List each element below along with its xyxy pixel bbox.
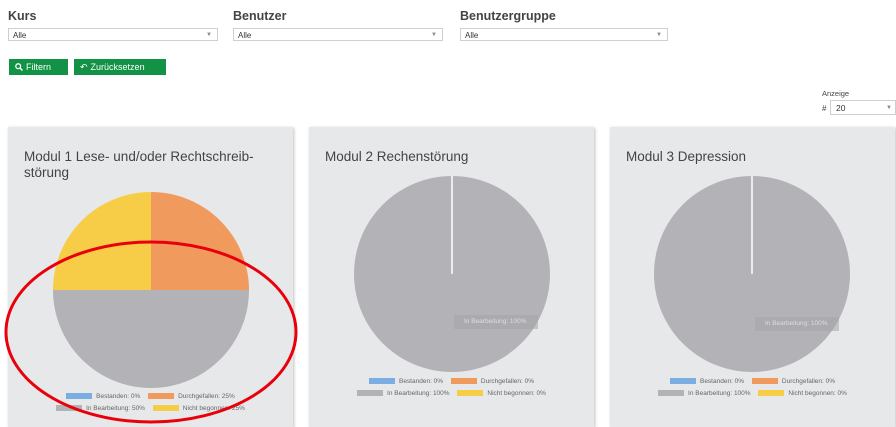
benutzer-select-value: Alle: [238, 31, 252, 40]
legend-item-in-bearbeitung[interactable]: In Bearbeitung: 100%: [357, 390, 450, 397]
chart-tooltip: In Bearbeitung: 100%: [755, 317, 839, 331]
card-title: Modul 2 Rechenstörung: [325, 149, 469, 164]
legend-item-nicht-begonnen[interactable]: Nicht begonnen: 0%: [758, 390, 847, 397]
legend-item-durchgefallen[interactable]: Durchgefallen: 25%: [148, 393, 235, 400]
pie-chart: [654, 176, 850, 372]
reset-button[interactable]: ↶ Zurücksetzen: [74, 59, 166, 75]
benutzer-select[interactable]: Alle ▼: [233, 28, 443, 41]
anzeige-hash: #: [822, 104, 827, 113]
legend-row-1: Bestanden: 0% Durchgefallen: 0%: [309, 378, 594, 385]
pie-chart: [53, 192, 249, 388]
legend-row-2: In Bearbeitung: 100% Nicht begonnen: 0%: [610, 390, 895, 397]
module-card-1: Modul 1 Lese- und/oder Rechtschreib-stör…: [8, 127, 293, 427]
benutzer-label: Benutzer: [233, 9, 287, 23]
legend-item-bestanden[interactable]: Bestanden: 0%: [368, 378, 443, 385]
kurs-select[interactable]: Alle ▼: [8, 28, 218, 41]
module-card-2: Modul 2 Rechenstörung In Bearbeitung: 10…: [309, 127, 594, 427]
kurs-label: Kurs: [8, 9, 37, 23]
search-icon: [15, 59, 23, 75]
chevron-down-icon: ▼: [656, 32, 662, 38]
pie-slice-in-bearbeitung[interactable]: [53, 290, 249, 388]
legend-row-1: Bestanden: 0% Durchgefallen: 25%: [8, 393, 293, 400]
legend-item-in-bearbeitung[interactable]: In Bearbeitung: 50%: [56, 405, 145, 412]
legend-item-durchgefallen[interactable]: Durchgefallen: 0%: [751, 378, 835, 385]
legend-item-durchgefallen[interactable]: Durchgefallen: 0%: [450, 378, 534, 385]
legend-item-bestanden[interactable]: Bestanden: 0%: [669, 378, 744, 385]
card-title: Modul 1 Lese- und/oder Rechtschreib-stör…: [24, 149, 254, 180]
filter-button-label: Filtern: [26, 62, 52, 72]
benutzergruppe-select[interactable]: Alle ▼: [460, 28, 668, 41]
legend-item-nicht-begonnen[interactable]: Nicht begonnen: 25%: [152, 405, 245, 412]
chevron-down-icon: ▼: [886, 105, 892, 111]
chevron-down-icon: ▼: [206, 32, 212, 38]
pie-chart: [354, 176, 550, 372]
module-card-3: Modul 3 Depression In Bearbeitung: 100% …: [610, 127, 895, 427]
legend-item-in-bearbeitung[interactable]: In Bearbeitung: 100%: [658, 390, 751, 397]
card-title: Modul 3 Depression: [626, 149, 747, 164]
chevron-down-icon: ▼: [431, 32, 437, 38]
reset-button-label: Zurücksetzen: [90, 62, 145, 72]
benutzergruppe-select-value: Alle: [465, 31, 479, 40]
undo-icon: ↶: [80, 62, 88, 72]
legend-row-2: In Bearbeitung: 50% Nicht begonnen: 25%: [8, 405, 293, 412]
legend-row-2: In Bearbeitung: 100% Nicht begonnen: 0%: [309, 390, 594, 397]
anzeige-label: Anzeige: [822, 89, 850, 98]
kurs-select-value: Alle: [13, 31, 27, 40]
chart-tooltip: In Bearbeitung: 100%: [454, 315, 538, 329]
page-size-select[interactable]: 20 ▼: [830, 100, 896, 115]
legend-row-1: Bestanden: 0% Durchgefallen: 0%: [610, 378, 895, 385]
legend-item-nicht-begonnen[interactable]: Nicht begonnen: 0%: [457, 390, 546, 397]
pie-slice-durchgefallen[interactable]: [151, 192, 249, 290]
pie-slice-nicht-begonnen[interactable]: [53, 192, 151, 290]
page-size-value: 20: [836, 103, 846, 113]
filter-button[interactable]: Filtern: [9, 59, 68, 75]
benutzergruppe-label: Benutzergruppe: [460, 9, 556, 23]
legend-item-bestanden[interactable]: Bestanden: 0%: [66, 393, 140, 400]
